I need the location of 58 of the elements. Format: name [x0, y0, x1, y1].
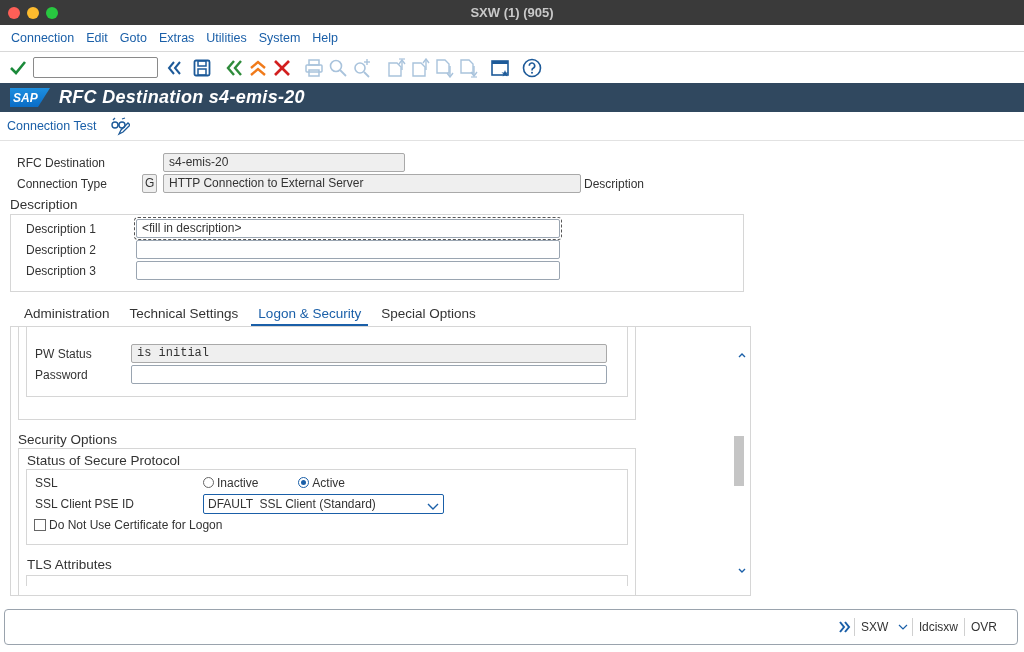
tab[interactable]: Special Options: [374, 303, 483, 326]
menu-item[interactable]: Utilities: [206, 31, 247, 45]
section-title: Description: [9, 197, 79, 212]
menu-item[interactable]: Extras: [158, 31, 195, 45]
tab[interactable]: Technical Settings: [122, 303, 246, 326]
scroll-up-icon[interactable]: [737, 352, 747, 359]
field-label: Connection Type: [17, 176, 108, 191]
checkbox[interactable]: Do Not Use Certificate for Logon: [34, 517, 223, 532]
edit-glasses-icon[interactable]: [110, 116, 131, 136]
double-chevron-right-icon[interactable]: [838, 621, 851, 633]
field-label: SSL: [35, 475, 59, 490]
menu-item[interactable]: Edit: [86, 31, 108, 45]
server-name: ldcisxw: [918, 620, 959, 634]
close-window-button[interactable]: [8, 6, 20, 19]
scrollbar-thumb[interactable]: [734, 436, 744, 486]
field-label: Description 1: [26, 221, 98, 236]
input-field[interactable]: <fill in description>: [136, 219, 560, 238]
field-label: Description: [584, 176, 646, 191]
field-label: Password: [35, 367, 89, 382]
cancel-icon[interactable]: [272, 57, 292, 78]
field-label: RFC Destination: [17, 155, 107, 170]
tab[interactable]: Logon & Security: [251, 303, 369, 326]
radio-button[interactable]: Inactive: [203, 475, 259, 490]
menu-item[interactable]: Goto: [119, 31, 147, 45]
input-field[interactable]: is initial: [131, 344, 607, 363]
group-title: TLS Attributes: [27, 557, 113, 572]
menu-item[interactable]: Help: [312, 31, 339, 45]
system-name: SXW: [859, 620, 890, 634]
menu-item[interactable]: System: [258, 31, 301, 45]
window-title: SXW (1) (905): [470, 5, 554, 20]
input-field[interactable]: [131, 365, 607, 384]
group-title: Status of Secure Protocol: [27, 453, 182, 468]
field-label: Description 2: [26, 242, 98, 257]
input-field[interactable]: s4-emis-20: [163, 153, 405, 172]
input-mode: OVR: [970, 620, 998, 634]
radio-button[interactable]: Active: [298, 475, 346, 490]
scroll-down-icon[interactable]: [737, 567, 747, 574]
window-star-icon[interactable]: [490, 57, 510, 78]
tab[interactable]: Administration: [24, 303, 117, 326]
input-field[interactable]: [136, 240, 560, 259]
caret-icon[interactable]: [898, 623, 909, 631]
dropdown[interactable]: DFAULT SSL Client (Standard): [203, 493, 444, 514]
section-title: Security Options: [18, 432, 119, 447]
command-field[interactable]: [33, 57, 158, 78]
field-label: SSL Client PSE ID: [35, 496, 135, 511]
sap-logo: SAP: [10, 88, 50, 107]
screen-title: RFC Destination s4-emis-20: [59, 87, 305, 108]
minimize-window-button[interactable]: [27, 6, 39, 19]
connection-test-button[interactable]: Connection Test: [7, 119, 97, 133]
menu-item[interactable]: Connection: [11, 31, 75, 45]
code-field[interactable]: G: [142, 174, 157, 193]
field-label: PW Status: [35, 346, 93, 361]
save-icon[interactable]: [192, 57, 212, 78]
zoom-window-button[interactable]: [46, 6, 58, 19]
help-icon[interactable]: [522, 57, 542, 78]
input-field[interactable]: [136, 261, 560, 280]
field-label: Description 3: [26, 263, 98, 278]
input-field[interactable]: HTTP Connection to External Server: [163, 174, 581, 193]
